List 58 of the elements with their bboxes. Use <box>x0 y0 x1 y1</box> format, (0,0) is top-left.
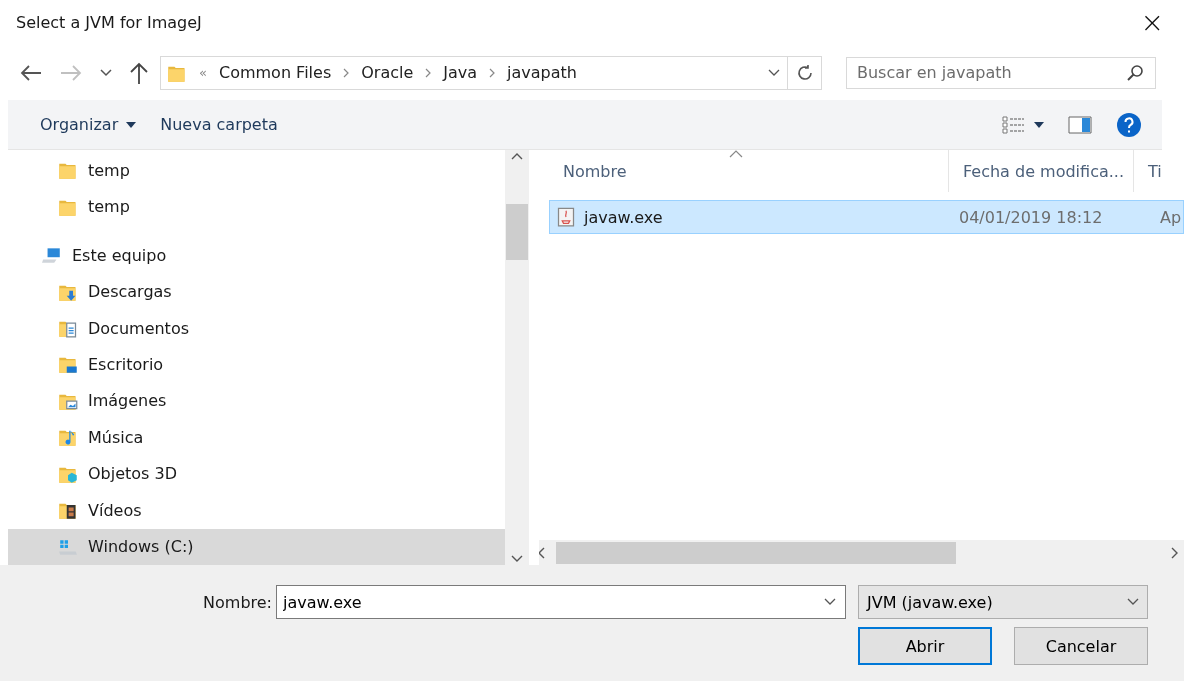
sidebar-item[interactable]: Imágenes <box>8 382 505 420</box>
search-field[interactable]: Buscar en javapath <box>846 56 1156 89</box>
scrollbar-thumb[interactable] <box>506 204 528 260</box>
dropdown-arrow-icon <box>1034 121 1044 128</box>
sidebar-item[interactable]: Este equipo <box>8 236 505 274</box>
chevron-icon <box>425 67 432 78</box>
column-header[interactable]: Nombre <box>539 150 948 192</box>
chevron-down-icon <box>1127 598 1139 606</box>
scrollbar-thumb[interactable] <box>556 541 956 564</box>
sidebar-item[interactable]: temp <box>8 188 505 225</box>
column-header[interactable]: Fecha de modifica... <box>948 150 1134 192</box>
breadcrumb[interactable]: Common Files <box>218 63 332 82</box>
file-name: javaw.exe <box>584 207 663 227</box>
preview-pane-button[interactable] <box>1068 114 1092 135</box>
sidebar-item[interactable]: Objetos 3D <box>8 455 505 493</box>
scroll-up-icon <box>511 152 523 160</box>
java-file-icon <box>556 207 576 227</box>
search-icon <box>1126 63 1144 82</box>
sidebar-item[interactable]: Windows (C:) <box>8 528 505 565</box>
organize-menu[interactable]: Organizar <box>40 115 137 134</box>
vertical-scrollbar[interactable] <box>505 150 529 565</box>
cancel-button[interactable]: Cancelar <box>1014 627 1148 665</box>
help-button[interactable] <box>1116 111 1142 138</box>
file-name-label: Nombre: <box>203 592 272 612</box>
open-button[interactable]: Abrir <box>858 627 992 665</box>
breadcrumb[interactable]: javapath <box>507 63 577 82</box>
sidebar-item[interactable]: Vídeos <box>8 492 505 529</box>
sort-ascending-icon <box>729 150 743 158</box>
table-cell-text: Ap <box>1159 207 1182 227</box>
chevron-down-icon <box>824 598 836 606</box>
modified-date: 04/01/2019 18:12 <box>959 207 1104 227</box>
overflow-chevron[interactable]: « <box>199 65 207 80</box>
breadcrumb[interactable]: Oracle <box>361 63 414 82</box>
file-row[interactable]: javaw.exe 04/01/2019 18:12 Ap <box>549 200 1184 234</box>
chevron-down-icon <box>768 68 780 77</box>
window-title: Select a JVM for ImageJ <box>16 13 202 32</box>
close-button[interactable]: × <box>1134 6 1170 39</box>
back-button[interactable] <box>20 64 42 81</box>
breadcrumb[interactable]: Java <box>443 63 478 82</box>
sidebar-item[interactable]: Escritorio <box>8 346 505 383</box>
dropdown-arrow-icon <box>126 121 137 128</box>
scroll-down-icon <box>511 555 523 563</box>
address-bar[interactable]: « Common Files Oracle Java javapath <box>160 55 822 90</box>
horizontal-scrollbar[interactable] <box>539 540 1184 565</box>
new-folder-button[interactable]: Nueva carpeta <box>160 115 278 134</box>
chevron-icon <box>343 67 350 78</box>
sidebar-item[interactable]: Descargas <box>8 273 505 310</box>
sidebar-item[interactable]: temp <box>8 152 505 189</box>
sidebar-item[interactable]: Música <box>8 419 505 456</box>
sidebar-item[interactable]: Documentos <box>8 309 505 347</box>
file-name-field[interactable]: javaw.exe <box>276 585 846 619</box>
view-options-button[interactable] <box>1002 114 1044 135</box>
up-button[interactable] <box>130 61 148 84</box>
chevron-icon <box>489 67 496 78</box>
computer-icon <box>42 245 62 266</box>
file-type-dropdown[interactable]: JVM (javaw.exe) <box>858 585 1148 619</box>
recent-locations-button[interactable] <box>100 68 112 77</box>
column-header[interactable]: Ti <box>1134 150 1162 192</box>
